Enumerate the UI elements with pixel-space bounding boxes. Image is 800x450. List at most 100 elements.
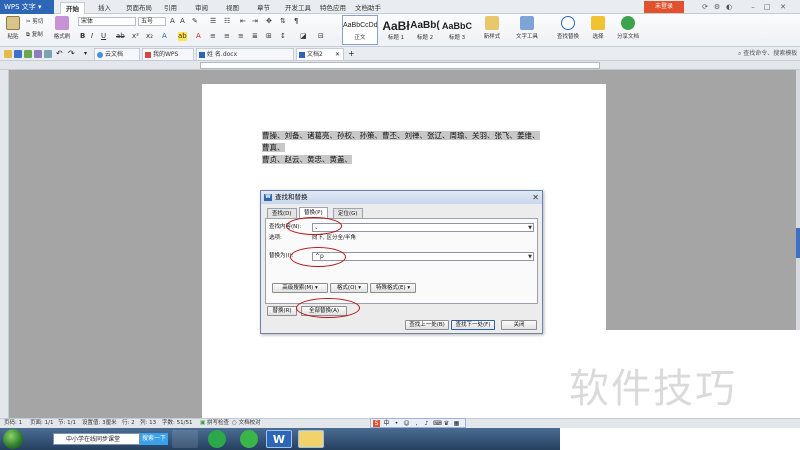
format-button[interactable]: 格式(O) ▾ bbox=[330, 283, 368, 293]
italic-icon[interactable]: I bbox=[91, 32, 93, 41]
skin-icon[interactable]: ◐ bbox=[724, 2, 734, 12]
tab-reference[interactable]: 引用 bbox=[164, 2, 177, 14]
login-button[interactable]: 未登录 bbox=[644, 1, 684, 13]
justify-icon[interactable]: ≣ bbox=[252, 32, 258, 41]
align-right-icon[interactable]: ≡ bbox=[238, 32, 244, 41]
tab-insert[interactable]: 插入 bbox=[98, 2, 111, 14]
font-effect-icon[interactable]: A bbox=[162, 32, 167, 41]
document-text[interactable]: 曹操、刘备、诸葛亮、孙权、孙策、曹丕、刘禅、张辽、周瑜、关羽、张飞、姜维、曹真、… bbox=[262, 130, 542, 166]
increase-indent-icon[interactable]: ⇥ bbox=[252, 17, 258, 26]
doc-tab-cloud[interactable]: 云文档 bbox=[94, 48, 140, 60]
cut-button[interactable]: ✂ 剪切 bbox=[26, 17, 43, 25]
line-spacing-icon[interactable]: ↕ bbox=[280, 32, 286, 41]
tab-developer[interactable]: 开发工具 bbox=[285, 2, 311, 14]
grow-font-icon[interactable]: A bbox=[170, 17, 175, 26]
taskbar-search-button[interactable]: 搜索一下 bbox=[140, 433, 168, 445]
emoji-icon[interactable]: ☺ bbox=[403, 420, 410, 427]
dialog-title-bar[interactable]: W 查找和替换 ✕ bbox=[261, 191, 542, 204]
show-marks-icon[interactable]: ¶ bbox=[294, 17, 298, 26]
spell-check-toggle[interactable]: ▣ 拼写检查 bbox=[200, 419, 229, 428]
tab-replace[interactable]: 替换(P) bbox=[299, 207, 328, 218]
superscript-icon[interactable]: x² bbox=[132, 32, 139, 41]
find-previous-button[interactable]: 查找上一处(B) bbox=[405, 320, 449, 330]
chevron-down-icon[interactable]: ▼ bbox=[528, 224, 532, 232]
wechat-app-icon[interactable] bbox=[208, 430, 226, 448]
browser-app-icon[interactable] bbox=[172, 430, 198, 448]
skin-icon[interactable]: ♛ bbox=[443, 420, 450, 427]
bold-icon[interactable]: B bbox=[80, 32, 85, 41]
horizontal-ruler[interactable] bbox=[0, 61, 800, 70]
vertical-ruler[interactable] bbox=[0, 70, 9, 418]
subscript-icon[interactable]: x₂ bbox=[146, 32, 153, 41]
style-heading-3[interactable]: AaBbC 标题 3 bbox=[440, 15, 474, 45]
doc-tab-name-docx[interactable]: 姓 名.docx bbox=[196, 48, 294, 60]
folder-app-icon[interactable] bbox=[298, 430, 324, 448]
shrink-font-icon[interactable]: A bbox=[180, 17, 185, 26]
360-app-icon[interactable] bbox=[240, 430, 258, 448]
shading-icon[interactable]: ◪ bbox=[300, 32, 307, 41]
tab-find[interactable]: 查找(D) bbox=[267, 208, 297, 218]
undo-icon[interactable]: ↶ bbox=[56, 50, 64, 58]
dialog-close-icon[interactable]: ✕ bbox=[532, 193, 539, 202]
align-center-icon[interactable]: ≡ bbox=[224, 32, 230, 41]
close-icon[interactable]: ✕ bbox=[778, 2, 788, 12]
chinese-mode-icon[interactable]: 中 bbox=[383, 420, 390, 427]
format-painter-button[interactable]: 格式刷 bbox=[52, 16, 72, 40]
selected-text-line[interactable]: 曹贞、赵云、黄忠、黄盖、 bbox=[262, 155, 352, 164]
punctuation-icon[interactable]: • bbox=[393, 420, 400, 427]
gear-icon[interactable]: ⚙ bbox=[712, 2, 722, 12]
tab-goto[interactable]: 定位(G) bbox=[333, 208, 363, 218]
redo-icon[interactable]: ↷ bbox=[68, 50, 76, 58]
replace-button[interactable]: 替换(R) bbox=[267, 306, 297, 316]
doc-tab-my-wps[interactable]: 我的WPS bbox=[142, 48, 194, 60]
tab-review[interactable]: 审阅 bbox=[195, 2, 208, 14]
fullwidth-icon[interactable]: , bbox=[413, 420, 420, 427]
new-style-button[interactable]: 新样式 bbox=[480, 16, 504, 40]
open-icon[interactable] bbox=[4, 50, 12, 58]
output-pdf-icon[interactable] bbox=[24, 50, 32, 58]
refresh-icon[interactable]: ⟳ bbox=[700, 2, 710, 12]
font-color-icon[interactable]: A bbox=[196, 32, 201, 41]
preview-icon[interactable] bbox=[44, 50, 52, 58]
selected-text-line[interactable]: 曹操、刘备、诸葛亮、孙权、孙策、曹丕、刘禅、张辽、周瑜、关羽、张飞、姜维、曹真、 bbox=[262, 131, 540, 152]
doc-tab-doc2[interactable]: 文档2 ✕ bbox=[296, 48, 344, 60]
font-size-select[interactable]: 五号 bbox=[138, 17, 166, 26]
distribute-icon[interactable]: ⊞ bbox=[266, 32, 272, 41]
numbered-list-icon[interactable]: ☷ bbox=[224, 17, 230, 26]
find-next-button[interactable]: 查找下一处(F) bbox=[451, 320, 495, 330]
find-replace-button[interactable]: 查找替换 bbox=[552, 16, 584, 40]
special-format-button[interactable]: 特殊格式(E) ▾ bbox=[370, 283, 416, 293]
keyboard-icon[interactable]: ⌨ bbox=[433, 420, 442, 427]
start-button[interactable] bbox=[3, 429, 23, 449]
paste-button[interactable]: 粘贴 bbox=[4, 16, 22, 40]
find-input[interactable]: 、 ▼ bbox=[312, 223, 534, 232]
tab-special-apps[interactable]: 特色应用 bbox=[320, 2, 346, 14]
align-left-icon[interactable]: ≡ bbox=[210, 32, 216, 41]
tab-start[interactable]: 开始 bbox=[60, 2, 85, 14]
share-doc-button[interactable]: 分享文档 bbox=[614, 16, 642, 40]
print-icon[interactable] bbox=[34, 50, 42, 58]
taskbar-search-input[interactable]: 中小学在线同步课堂 bbox=[53, 433, 140, 445]
app-menu-button[interactable]: WPS 文字 ▾ bbox=[0, 0, 54, 14]
close-button[interactable]: 关闭 bbox=[501, 320, 537, 330]
style-heading-2[interactable]: AaBb( 标题 2 bbox=[408, 15, 442, 45]
font-name-select[interactable]: 宋体 bbox=[78, 17, 136, 26]
replace-all-button[interactable]: 全部替换(A) bbox=[301, 306, 347, 316]
bullet-list-icon[interactable]: ☰ bbox=[210, 17, 216, 26]
replace-input[interactable]: ^p ▼ bbox=[312, 252, 534, 261]
sort-icon[interactable]: ⇅ bbox=[280, 17, 286, 26]
microphone-icon[interactable]: ♪ bbox=[423, 420, 430, 427]
maximize-icon[interactable]: □ bbox=[762, 2, 772, 12]
tab-view[interactable]: 视图 bbox=[226, 2, 239, 14]
style-normal[interactable]: AaBbCcDd 正文 bbox=[342, 15, 378, 45]
advanced-search-button[interactable]: 高级搜索(M) ▾ bbox=[272, 283, 328, 293]
tab-page-layout[interactable]: 页面布局 bbox=[126, 2, 152, 14]
select-button[interactable]: 选择 bbox=[588, 16, 608, 40]
underline-icon[interactable]: U bbox=[101, 32, 106, 41]
minimize-icon[interactable]: – bbox=[748, 2, 758, 12]
chinese-layout-icon[interactable]: ✥ bbox=[266, 17, 272, 26]
clear-format-icon[interactable]: ✎ bbox=[192, 17, 198, 26]
customize-toolbar-icon[interactable]: ▾ bbox=[84, 50, 92, 58]
toolbox-icon[interactable]: ▦ bbox=[453, 420, 460, 427]
proofread-toggle[interactable]: ○ 文档校对 bbox=[232, 419, 261, 428]
